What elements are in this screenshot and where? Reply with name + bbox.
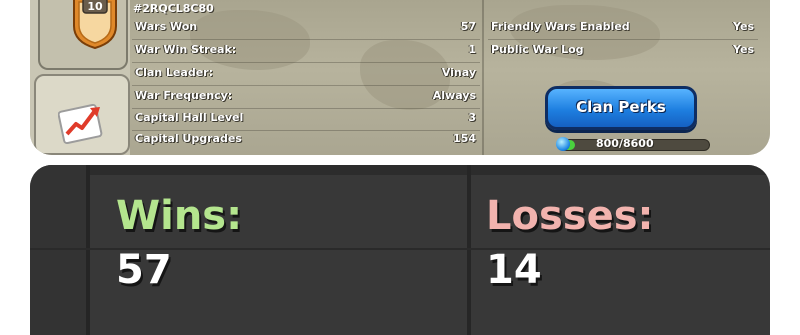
stat-label: Capital Hall Level <box>135 111 244 124</box>
clan-level-shield-icon: 10 <box>73 0 117 50</box>
stat-row-capital-hall-level: Capital Hall Level 3 <box>132 108 480 131</box>
clan-xp-text: 800/8600 <box>596 137 654 150</box>
war-summary-panel: Wins: 57 Losses: 14 <box>30 165 770 335</box>
clan-side-column: 10 <box>30 0 130 155</box>
summary-header-strip <box>30 165 770 175</box>
stat-row-clan-leader: Clan Leader: Vinay <box>132 63 480 86</box>
clan-stats-left: Wars Won 57 War Win Streak: 1 Clan Leade… <box>132 0 480 155</box>
stat-row-friendly-wars: Friendly Wars Enabled Yes <box>488 17 758 40</box>
stat-row-wars-won: Wars Won 57 <box>132 17 480 40</box>
xp-orb-icon <box>556 137 570 151</box>
losses-label: Losses: <box>486 193 654 239</box>
stat-row-war-win-streak: War Win Streak: 1 <box>132 40 480 63</box>
stat-label: War Frequency: <box>135 89 233 102</box>
stat-label: Friendly Wars Enabled <box>491 20 630 33</box>
stat-label: Clan Leader: <box>135 66 213 79</box>
stat-value: 154 <box>453 132 476 145</box>
stat-value: Yes <box>733 20 754 33</box>
clan-perks-label: Clan Perks <box>576 98 666 116</box>
stat-value: 57 <box>460 20 476 33</box>
clan-badge-tab[interactable]: 10 <box>38 0 128 70</box>
losses-value: 14 <box>486 247 542 293</box>
stat-value: Yes <box>733 43 754 56</box>
summary-middle-divider <box>467 165 471 335</box>
stat-value: 1 <box>468 43 476 56</box>
stat-label: Capital Upgrades <box>135 132 242 145</box>
column-divider <box>482 0 484 155</box>
stat-value: Always <box>432 89 476 102</box>
stat-label: War Win Streak: <box>135 43 237 56</box>
wins-label: Wins: <box>116 193 243 239</box>
summary-left-edge <box>30 165 88 335</box>
wins-value: 57 <box>116 247 172 293</box>
stat-value: Vinay <box>441 66 476 79</box>
growth-chart-icon <box>58 103 103 144</box>
stat-row-public-war-log: Public War Log Yes <box>488 40 758 62</box>
stat-row-war-frequency: War Frequency: Always <box>132 86 480 109</box>
clan-progress-tab[interactable] <box>34 74 130 155</box>
stat-label: Wars Won <box>135 20 198 33</box>
summary-left-divider <box>86 165 90 335</box>
clan-perks-button[interactable]: Clan Perks <box>545 86 697 130</box>
clan-stats-right: Friendly Wars Enabled Yes Public War Log… <box>488 0 758 64</box>
stat-label: Public War Log <box>491 43 584 56</box>
clan-level-text: 10 <box>87 0 103 13</box>
stat-value: 3 <box>468 111 476 124</box>
stat-row-capital-upgrades: Capital Upgrades 154 <box>132 129 480 151</box>
